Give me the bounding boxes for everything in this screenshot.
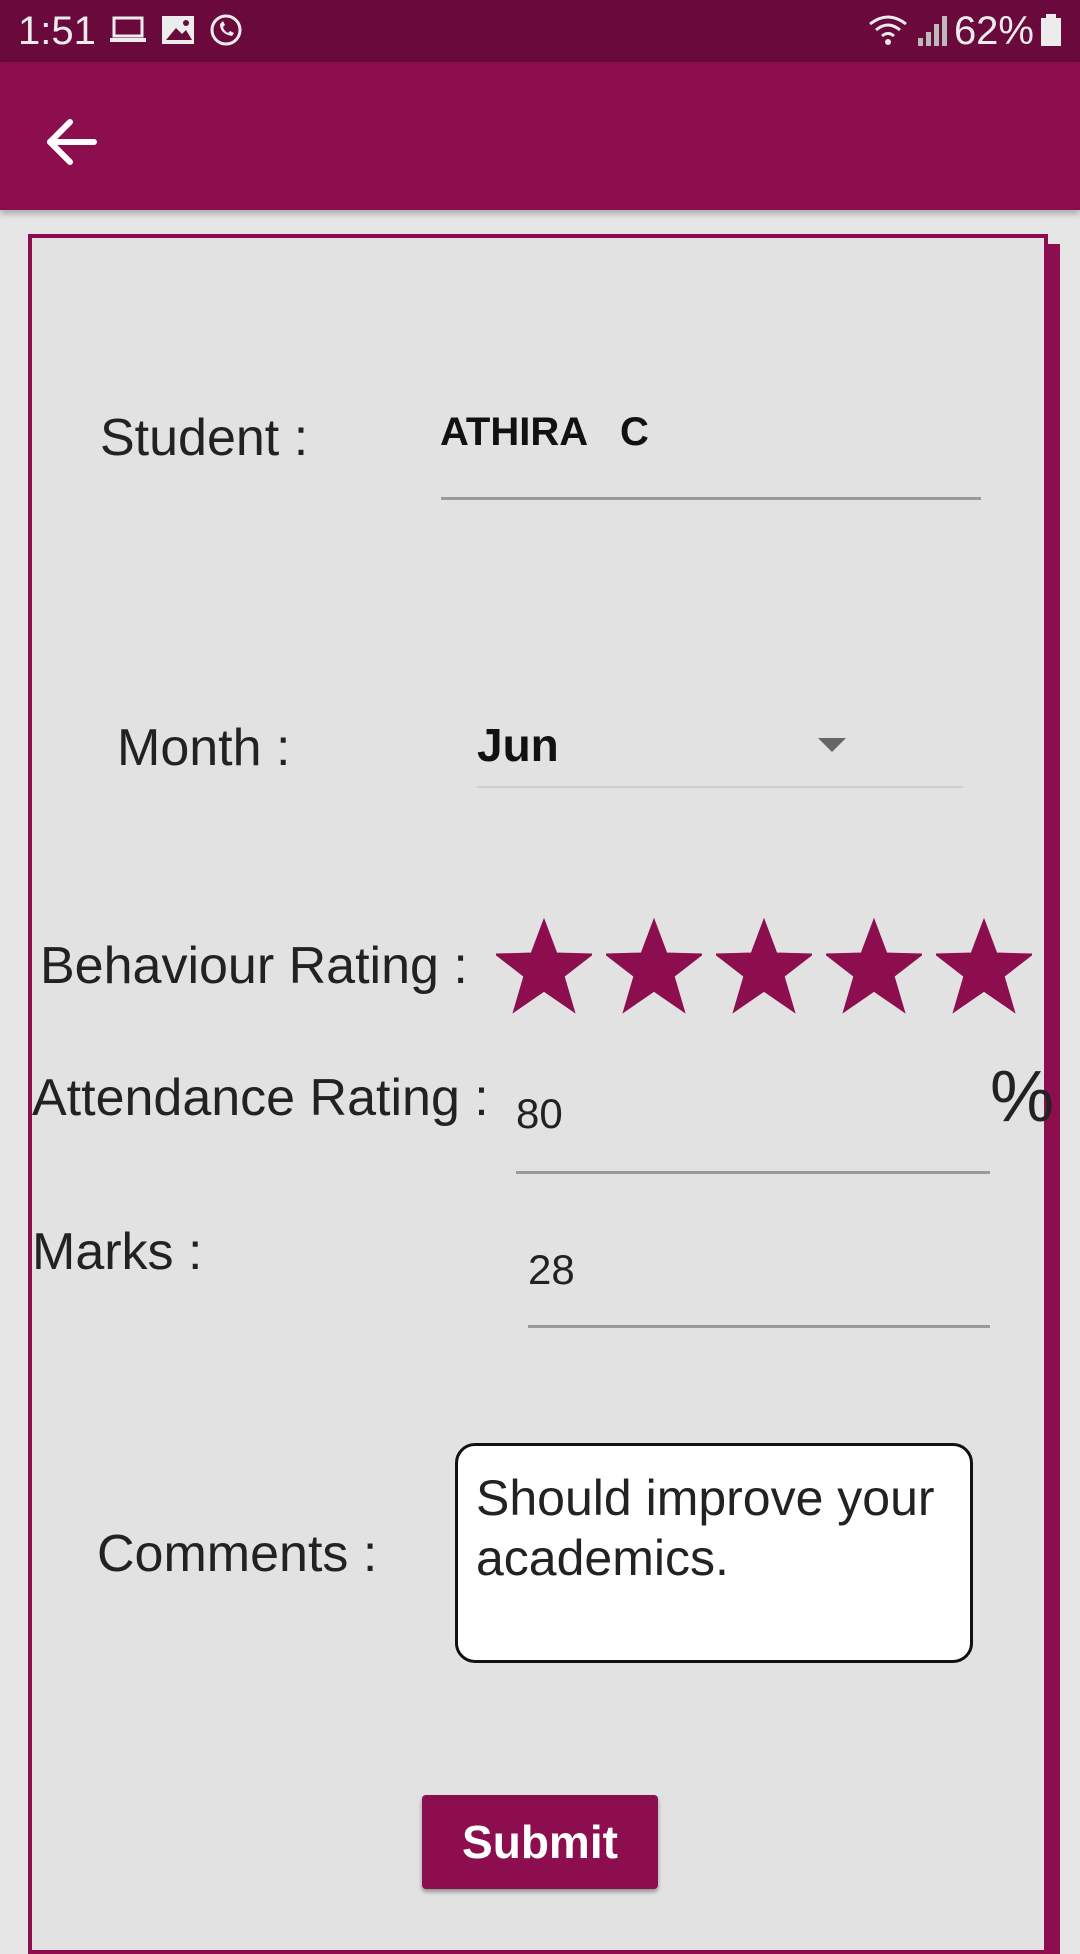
status-bar: 1:51 62% — [0, 0, 1080, 62]
submit-button[interactable]: Submit — [422, 1795, 658, 1889]
star-icon[interactable] — [496, 918, 592, 1014]
attendance-label: Attendance Rating : — [32, 1069, 489, 1127]
laptop-icon — [110, 16, 146, 42]
attendance-input[interactable]: 80 — [516, 1090, 563, 1138]
behaviour-rating-stars[interactable] — [496, 918, 1036, 1018]
star-icon[interactable] — [606, 918, 702, 1014]
month-value: Jun — [477, 719, 559, 771]
app-bar — [0, 62, 1080, 210]
marks-label: Marks : — [32, 1223, 203, 1281]
arrow-left-icon[interactable] — [36, 106, 108, 178]
percent-suffix: % — [990, 1057, 1055, 1137]
student-value: ATHIRA C — [440, 410, 649, 454]
attendance-input-underline — [516, 1140, 990, 1174]
wifi-icon — [869, 15, 907, 45]
star-icon[interactable] — [826, 918, 922, 1014]
star-icon[interactable] — [716, 918, 812, 1014]
marks-input-underline — [528, 1296, 990, 1328]
month-label: Month : — [117, 719, 291, 777]
battery-percent: 62% — [953, 9, 1034, 53]
status-time: 1:51 — [18, 9, 96, 53]
battery-icon — [1041, 14, 1061, 46]
signal-icon — [918, 16, 947, 46]
student-field-underline — [441, 470, 981, 500]
star-icon[interactable] — [936, 918, 1032, 1014]
comments-textarea[interactable]: Should improve your academics. — [455, 1443, 973, 1663]
whatsapp-icon — [210, 14, 242, 46]
student-label: Student : — [100, 409, 309, 467]
marks-input[interactable]: 28 — [528, 1246, 575, 1294]
chevron-down-icon — [818, 738, 846, 752]
image-icon — [162, 16, 194, 44]
comments-label: Comments : — [97, 1525, 378, 1583]
behaviour-label: Behaviour Rating : — [40, 937, 468, 995]
